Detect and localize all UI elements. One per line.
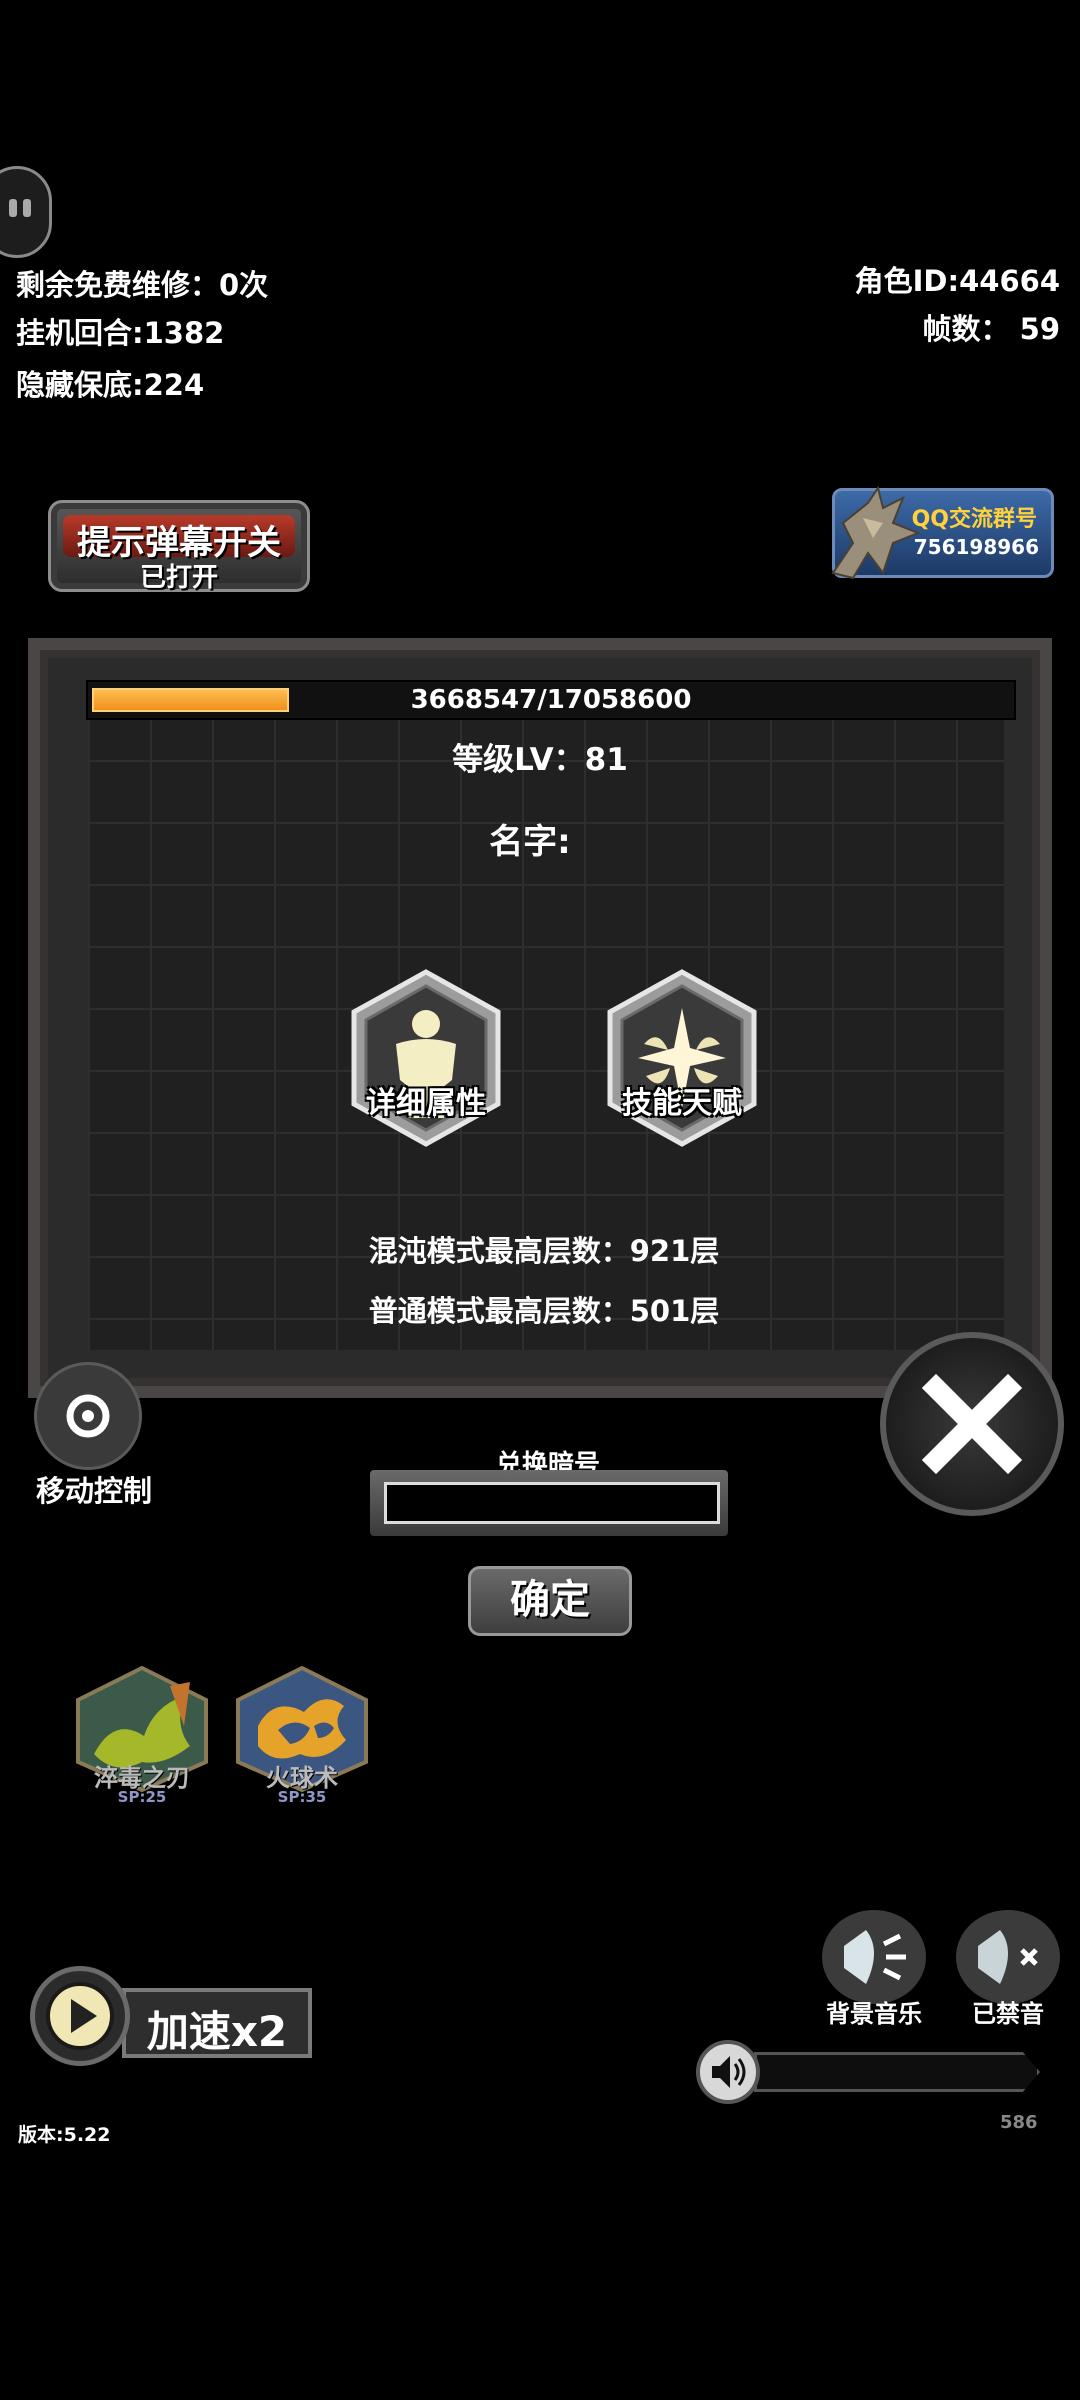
- skill-slot-fireball[interactable]: 火球术 SP:35: [234, 1665, 370, 1816]
- speaker-icon: [696, 2040, 760, 2104]
- muted-speaker-icon: [978, 1930, 1038, 1984]
- skill-slot-poison-blade[interactable]: 淬毒之刃 SP:25: [74, 1665, 210, 1816]
- close-button[interactable]: [880, 1332, 1064, 1516]
- speed-label: 加速x2: [146, 2007, 288, 2056]
- bgm-label: 背景音乐: [826, 2000, 922, 2028]
- skill-talents-label: 技能天赋: [622, 1086, 742, 1121]
- mute-label: 已禁音: [972, 2000, 1044, 2028]
- confirm-button[interactable]: 确定: [468, 1566, 632, 1636]
- normal-record: 普通模式最高层数：501层: [368, 1294, 720, 1328]
- danmaku-toggle-button[interactable]: 提示弹幕开关 已打开: [48, 500, 310, 593]
- chaos-record: 混沌模式最高层数：921层: [368, 1234, 720, 1268]
- name-label: 名字:: [489, 822, 571, 862]
- qq-number: 756198966: [913, 535, 1039, 559]
- bgm-toggle-button[interactable]: 背景音乐: [822, 1910, 926, 2028]
- hidden-pity: 隐藏保底:224: [16, 368, 205, 402]
- speed-box: 加速x2: [122, 1988, 312, 2058]
- redeem-code-input[interactable]: [384, 1482, 720, 1524]
- level-text: 等级LV：81: [452, 742, 628, 778]
- detail-attributes-button[interactable]: 详细属性: [346, 968, 506, 1148]
- idle-rounds: 挂机回合:1382: [16, 316, 225, 350]
- fps-counter: 帧数： 59: [922, 312, 1060, 346]
- skill-talents-button[interactable]: 技能天赋: [602, 968, 762, 1148]
- experience-bar: 3668547/17058600: [86, 680, 1016, 720]
- play-icon: [30, 1966, 130, 2066]
- skill-sp: SP:25: [117, 1788, 167, 1806]
- redeem-frame: [370, 1470, 728, 1536]
- version-text: 版本:5.22: [18, 2124, 111, 2146]
- dragon-icon: [831, 485, 921, 580]
- free-repairs: 剩余免费维修：0次: [16, 268, 269, 302]
- volume-track[interactable]: [754, 2052, 1040, 2092]
- role-id: 角色ID:44664: [854, 264, 1060, 298]
- volume-value: 586: [1000, 2112, 1038, 2133]
- chat-icon[interactable]: [0, 166, 52, 258]
- skill-sp: SP:35: [277, 1788, 327, 1806]
- detail-attributes-label: 详细属性: [366, 1086, 486, 1121]
- qq-title: QQ交流群号: [911, 507, 1037, 532]
- danmaku-status: 已打开: [139, 563, 218, 593]
- experience-text: 3668547/17058600: [410, 685, 692, 715]
- close-icon: [921, 1373, 1023, 1475]
- volume-slider[interactable]: [696, 2040, 1044, 2104]
- mute-toggle-button[interactable]: 已禁音: [956, 1910, 1060, 2028]
- speed-button[interactable]: 加速x2: [30, 1966, 312, 2066]
- qq-group-banner[interactable]: QQ交流群号 756198966: [831, 485, 1054, 580]
- speaker-icon: [844, 1930, 906, 1984]
